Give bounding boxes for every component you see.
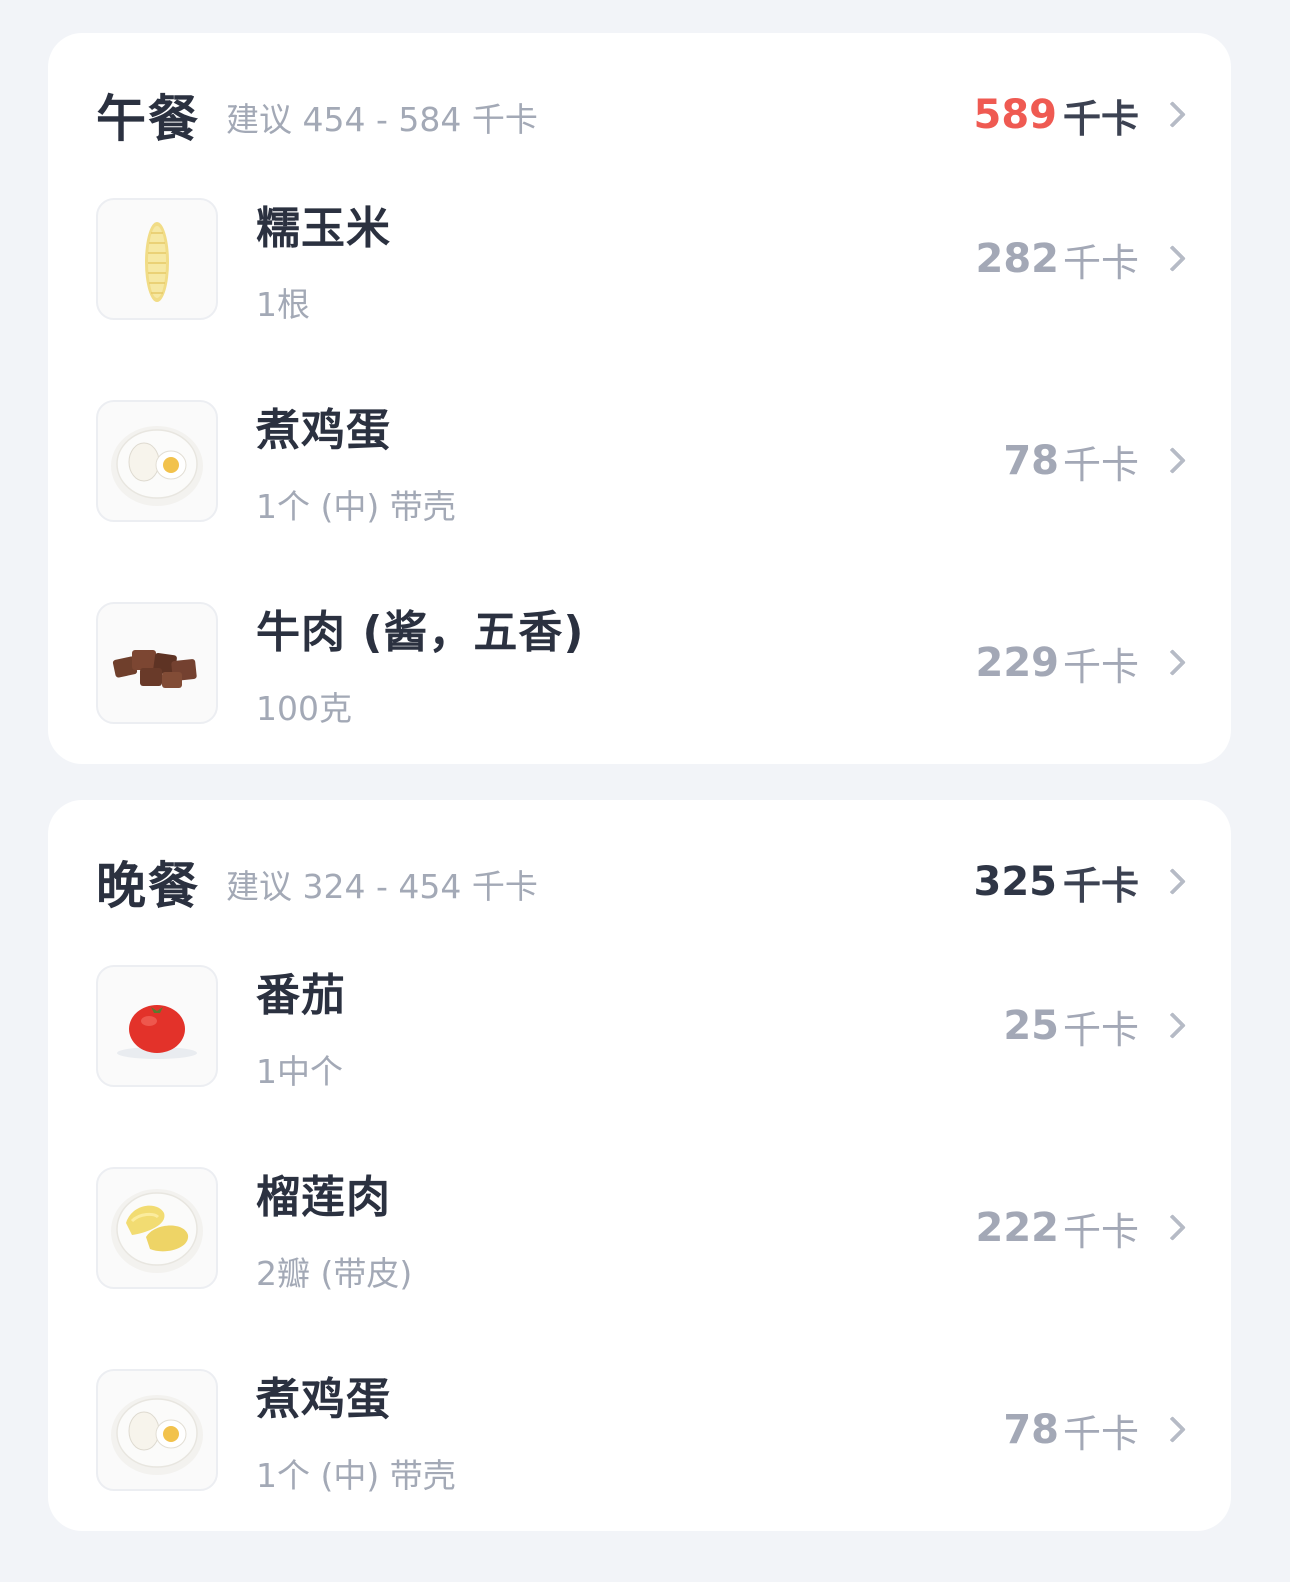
- boiled-egg-icon: [96, 1369, 218, 1491]
- food-quantity: 100克: [256, 689, 352, 728]
- chevron-right-icon: [1163, 1414, 1183, 1446]
- food-item[interactable]: 榴莲肉 2瓣 (带皮) 222 千卡: [96, 1166, 1183, 1293]
- food-name: 煮鸡蛋: [256, 1374, 391, 1425]
- meal-total[interactable]: 325 千卡: [973, 855, 1183, 910]
- durian-icon: [96, 1167, 218, 1289]
- food-calories: 25 千卡: [1003, 999, 1183, 1054]
- chevron-right-icon: [1163, 1212, 1183, 1244]
- calorie-unit: 千卡: [1062, 1209, 1139, 1254]
- food-item[interactable]: 番茄 1中个 25 千卡: [96, 964, 1183, 1091]
- calorie-unit: 千卡: [1062, 644, 1139, 689]
- food-calories: 222 千卡: [975, 1201, 1183, 1256]
- chevron-right-icon: [1163, 99, 1183, 131]
- meal-title: 晚餐: [96, 857, 200, 915]
- boiled-egg-icon: [96, 400, 218, 522]
- lunch-header[interactable]: 午餐 建议 454 - 584 千卡 589 千卡: [96, 81, 1183, 149]
- food-calories: 229 千卡: [975, 636, 1183, 691]
- chevron-right-icon: [1163, 445, 1183, 477]
- food-calories: 78 千卡: [1003, 1403, 1183, 1458]
- dinner-card: 晚餐 建议 324 - 454 千卡 325 千卡 番茄 1中个 25 千卡 榴…: [48, 800, 1231, 1531]
- food-quantity: 1个 (中) 带壳: [256, 487, 456, 526]
- beef-icon: [96, 602, 218, 724]
- food-item[interactable]: 煮鸡蛋 1个 (中) 带壳 78 千卡: [96, 1368, 1183, 1495]
- chevron-right-icon: [1163, 647, 1183, 679]
- food-quantity: 2瓣 (带皮): [256, 1254, 413, 1293]
- calorie-value: 25: [1003, 1003, 1059, 1049]
- meal-total[interactable]: 589 千卡: [973, 88, 1183, 143]
- food-name: 煮鸡蛋: [256, 405, 391, 456]
- meal-title: 午餐: [96, 90, 200, 148]
- meal-total-value: 589: [973, 92, 1057, 138]
- food-name: 牛肉 (酱，五香): [256, 607, 585, 658]
- lunch-card: 午餐 建议 454 - 584 千卡 589 千卡 糯玉米 1根 282 千卡 …: [48, 33, 1231, 764]
- corn-icon: [96, 198, 218, 320]
- food-name: 糯玉米: [256, 203, 391, 254]
- food-item[interactable]: 煮鸡蛋 1个 (中) 带壳 78 千卡: [96, 399, 1183, 526]
- tomato-icon: [96, 965, 218, 1087]
- food-calories: 282 千卡: [975, 232, 1183, 287]
- calorie-unit: 千卡: [1062, 442, 1139, 487]
- food-quantity: 1根: [256, 285, 310, 324]
- food-calories: 78 千卡: [1003, 434, 1183, 489]
- food-quantity: 1中个: [256, 1052, 343, 1091]
- calorie-unit: 千卡: [1062, 240, 1139, 285]
- meal-total-unit: 千卡: [1062, 96, 1139, 141]
- calorie-unit: 千卡: [1062, 1411, 1139, 1456]
- food-quantity: 1个 (中) 带壳: [256, 1456, 456, 1495]
- food-name: 番茄: [256, 970, 346, 1021]
- chevron-right-icon: [1163, 243, 1183, 275]
- food-item[interactable]: 牛肉 (酱，五香) 100克 229 千卡: [96, 601, 1183, 728]
- calorie-value: 222: [975, 1205, 1059, 1251]
- food-item[interactable]: 糯玉米 1根 282 千卡: [96, 197, 1183, 324]
- meal-total-value: 325: [973, 859, 1057, 905]
- suggested-range: 建议 454 - 584 千卡: [226, 100, 538, 139]
- suggested-range: 建议 324 - 454 千卡: [226, 867, 538, 906]
- chevron-right-icon: [1163, 866, 1183, 898]
- chevron-right-icon: [1163, 1010, 1183, 1042]
- dinner-header[interactable]: 晚餐 建议 324 - 454 千卡 325 千卡: [96, 848, 1183, 916]
- calorie-value: 78: [1003, 438, 1059, 484]
- meal-total-unit: 千卡: [1062, 863, 1139, 908]
- calorie-value: 78: [1003, 1407, 1059, 1453]
- calorie-value: 229: [975, 640, 1059, 686]
- food-name: 榴莲肉: [256, 1172, 391, 1223]
- calorie-value: 282: [975, 236, 1059, 282]
- calorie-unit: 千卡: [1062, 1007, 1139, 1052]
